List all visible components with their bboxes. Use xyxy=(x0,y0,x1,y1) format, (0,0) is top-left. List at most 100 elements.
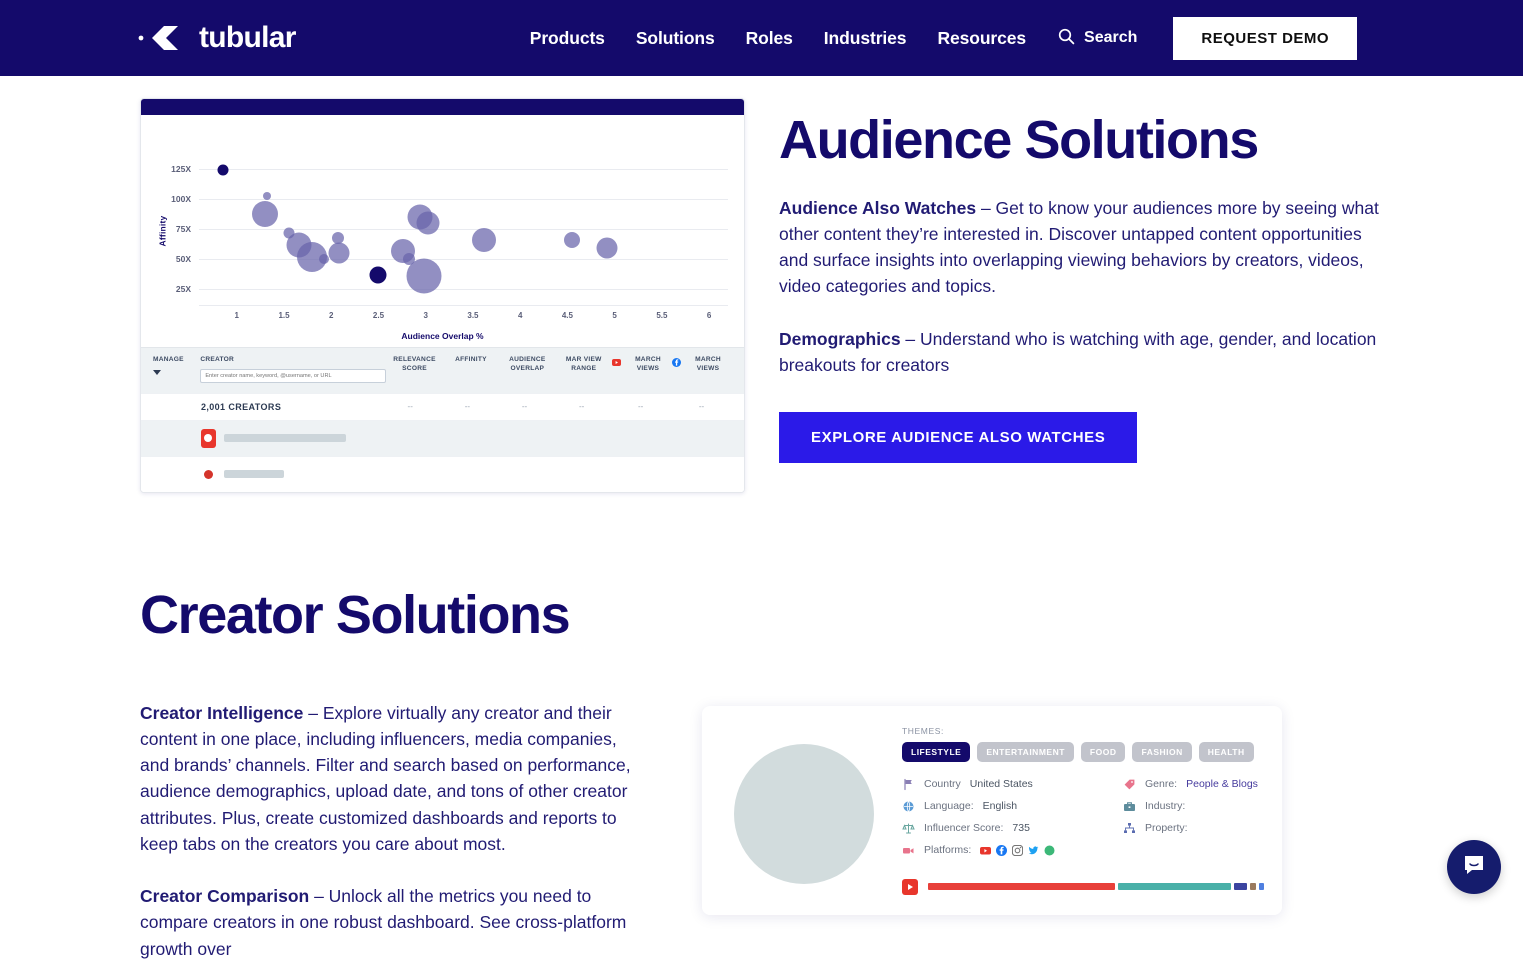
theme-chip-fashion[interactable]: FASHION xyxy=(1132,742,1191,762)
table-header-manage[interactable]: MANAGE xyxy=(153,356,200,375)
chart-y-tick: 25X xyxy=(176,284,191,294)
meta-label-genre: Genre: xyxy=(1145,778,1177,790)
search-label: Search xyxy=(1084,29,1137,47)
chart-bubble[interactable] xyxy=(370,266,387,283)
briefcase-icon xyxy=(1123,800,1136,813)
chart-gridline: 25X xyxy=(199,289,728,290)
chart-bubble[interactable] xyxy=(597,238,618,259)
meta-value-genre[interactable]: People & Blogs xyxy=(1186,778,1258,790)
creator-profile-card: THEMES: LIFESTYLE ENTERTAINMENT FOOD FAS… xyxy=(702,706,1282,915)
creator-body: Creator Intelligence – Explore virtually… xyxy=(0,700,1523,962)
request-demo-button[interactable]: REQUEST DEMO xyxy=(1173,17,1357,60)
table-header-creator: CREATOR xyxy=(200,356,386,383)
creators-table: MANAGE CREATOR RELEVANCE SCORE AFFINITY … xyxy=(141,347,744,492)
twitter-icon[interactable] xyxy=(1028,845,1039,856)
scales-icon xyxy=(902,822,915,835)
meta-label-industry: Industry: xyxy=(1145,800,1185,812)
chart-bubble[interactable] xyxy=(217,165,228,176)
creator-search-input[interactable] xyxy=(200,369,386,383)
chart-bubble[interactable] xyxy=(472,228,496,252)
meta-label-country: Country xyxy=(924,778,961,790)
search-button[interactable]: Search xyxy=(1058,28,1137,48)
nav-item-roles[interactable]: Roles xyxy=(746,28,793,49)
creator-paragraph-2-lead: Creator Comparison xyxy=(140,886,309,906)
audience-text-column: Audience Solutions Audience Also Watches… xyxy=(745,98,1405,463)
table-header-relevance-score[interactable]: RELEVANCE SCORE xyxy=(386,356,442,374)
chart-axis-line xyxy=(199,305,728,306)
meta-label-influencer-score: Influencer Score: xyxy=(924,822,1003,834)
creator-thumbnail xyxy=(201,429,216,448)
creator-heading: Creator Solutions xyxy=(0,587,1523,644)
audience-paragraph-1: Audience Also Watches – Get to know your… xyxy=(779,195,1391,300)
audience-solutions-section: Affinity 125X100X75X50X25X11.522.533.544… xyxy=(0,76,1523,493)
platform-icon-list xyxy=(980,845,1055,856)
creator-paragraph-1-lead: Creator Intelligence xyxy=(140,703,303,723)
table-header-audience-overlap[interactable]: AUDIENCE OVERLAP xyxy=(499,356,555,374)
theme-chip-food[interactable]: FOOD xyxy=(1081,742,1126,762)
search-icon xyxy=(1058,28,1075,48)
metadata-left-column: Country United States Language: English xyxy=(902,778,1107,857)
twitch-icon[interactable] xyxy=(1044,845,1055,856)
header-actions: Search REQUEST DEMO xyxy=(1058,17,1357,60)
main-navigation: Products Solutions Roles Industries Reso… xyxy=(530,28,1026,49)
nav-item-solutions[interactable]: Solutions xyxy=(636,28,715,49)
chart-bubble[interactable] xyxy=(319,254,329,264)
nav-item-industries[interactable]: Industries xyxy=(824,28,907,49)
chart-x-tick: 4.5 xyxy=(562,311,573,320)
meta-value-country: United States xyxy=(970,778,1033,790)
theme-chip-lifestyle[interactable]: LIFESTYLE xyxy=(902,742,970,762)
chart-x-tick: 2 xyxy=(329,311,333,320)
creator-paragraph-1-body: – Explore virtually any creator and thei… xyxy=(140,703,631,854)
meta-row-language: Language: English xyxy=(902,800,1107,813)
bar-segment xyxy=(1259,883,1264,890)
table-row[interactable] xyxy=(141,456,744,492)
chart-bubble[interactable] xyxy=(252,201,278,227)
skeleton-bar xyxy=(224,434,346,442)
table-header-mar-view-range[interactable]: MAR VIEW RANGE xyxy=(556,356,612,374)
audience-paragraph-2-lead: Demographics xyxy=(779,329,901,349)
chart-x-tick: 1.5 xyxy=(278,311,289,320)
youtube-icon[interactable] xyxy=(980,845,991,856)
youtube-icon xyxy=(902,879,918,895)
chart-x-tick: 2.5 xyxy=(373,311,384,320)
dashboard-preview-column: Affinity 125X100X75X50X25X11.522.533.544… xyxy=(0,98,745,493)
table-header-youtube-march-views[interactable]: MARCH VIEWS xyxy=(612,356,672,374)
theme-chip-health[interactable]: HEALTH xyxy=(1199,742,1254,762)
count-cell: -- xyxy=(439,402,496,411)
nav-item-products[interactable]: Products xyxy=(530,28,605,49)
logo-text: tubular xyxy=(199,23,296,53)
nav-item-resources[interactable]: Resources xyxy=(937,28,1026,49)
bar-segment xyxy=(1250,883,1255,890)
table-header-affinity[interactable]: AFFINITY xyxy=(443,356,499,365)
meta-value-influencer-score: 735 xyxy=(1012,822,1030,834)
audience-heading: Audience Solutions xyxy=(779,112,1405,169)
count-cell: -- xyxy=(382,402,439,411)
logo[interactable]: tubular xyxy=(138,21,296,56)
creator-paragraph-2: Creator Comparison – Unlock all the metr… xyxy=(140,883,650,962)
meta-row-genre: Genre: People & Blogs xyxy=(1123,778,1258,791)
chart-gridline: 100X xyxy=(199,199,728,200)
table-row[interactable] xyxy=(141,420,744,456)
chart-bubble[interactable] xyxy=(416,212,439,235)
chart-bubble[interactable] xyxy=(564,232,580,248)
chart-bubble[interactable] xyxy=(263,192,271,200)
chat-widget-button[interactable] xyxy=(1447,840,1501,894)
chart-bubble[interactable] xyxy=(406,259,441,294)
instagram-icon[interactable] xyxy=(1012,845,1023,856)
table-row: 2,001 CREATORS -- -- -- -- -- -- xyxy=(141,393,744,420)
filter-caret-icon[interactable] xyxy=(153,370,161,375)
creator-paragraph-1: Creator Intelligence – Explore virtually… xyxy=(140,700,650,858)
meta-row-country: Country United States xyxy=(902,778,1107,791)
chart-y-tick: 75X xyxy=(176,224,191,234)
views-breakdown-bar xyxy=(902,879,1264,895)
count-cell: -- xyxy=(553,402,610,411)
bar-track xyxy=(928,883,1264,890)
explore-audience-also-watches-button[interactable]: EXPLORE AUDIENCE ALSO WATCHES xyxy=(779,412,1137,463)
chart-bubble[interactable] xyxy=(328,243,349,264)
meta-label-property: Property: xyxy=(1145,822,1188,834)
theme-chip-entertainment[interactable]: ENTERTAINMENT xyxy=(977,742,1074,762)
table-header-facebook-march-views[interactable]: MARCH VIEWS xyxy=(672,356,732,374)
chart-x-tick: 5 xyxy=(612,311,616,320)
facebook-icon[interactable] xyxy=(996,845,1007,856)
chart-y-tick: 100X xyxy=(171,194,191,204)
